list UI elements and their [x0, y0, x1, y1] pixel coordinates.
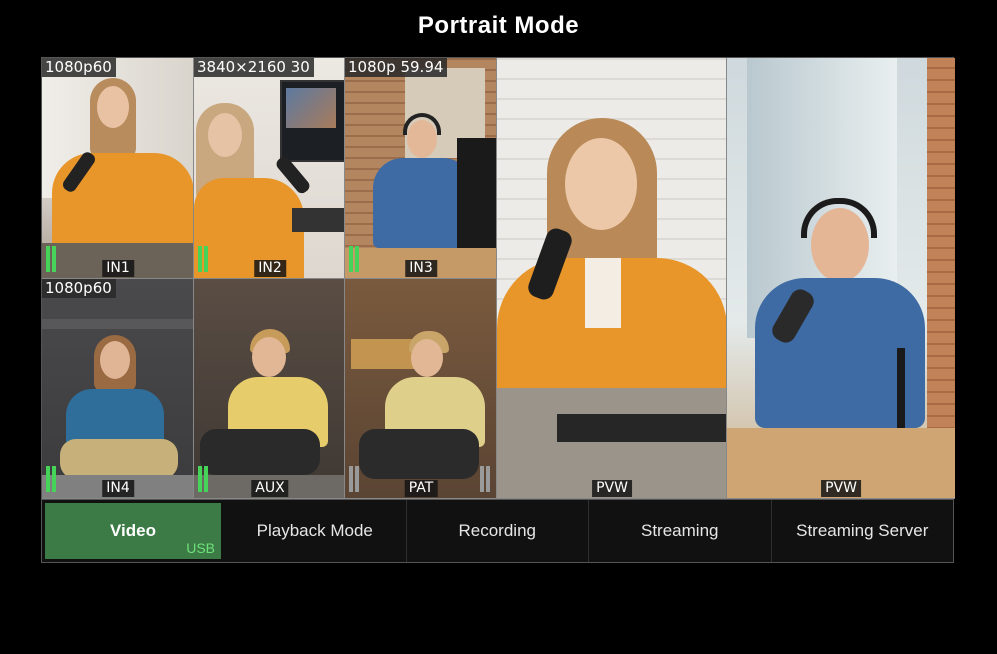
- audio-level-meter-right: [480, 466, 490, 492]
- tab-label: Video: [110, 521, 156, 540]
- camera-feed-image: [42, 58, 193, 278]
- tab-label: Recording: [458, 521, 537, 540]
- input-tile-in4[interactable]: 1080p60 IN4: [42, 279, 194, 499]
- resolution-badge: 3840×2160 30: [194, 58, 314, 77]
- audio-level-meter: [198, 246, 208, 272]
- input-label: PAT: [404, 480, 438, 497]
- resolution-badge: 1080p60: [42, 58, 116, 77]
- input-label: AUX: [251, 480, 289, 497]
- tab-label: Streaming: [641, 521, 719, 540]
- camera-feed-image: [345, 58, 496, 278]
- audio-level-meter: [46, 246, 56, 272]
- tab-sub-label: USB: [186, 540, 215, 556]
- tab-streaming[interactable]: Streaming: [589, 500, 772, 562]
- camera-feed-image: [194, 58, 344, 278]
- input-tile-in2[interactable]: 3840×2160 30 IN2: [194, 58, 345, 279]
- input-label: IN1: [102, 260, 134, 277]
- audio-level-meter: [46, 466, 56, 492]
- preview-tile-2[interactable]: PVW: [727, 58, 955, 499]
- tab-video[interactable]: Video USB: [45, 503, 221, 559]
- input-tile-in3[interactable]: 1080p 59.94 IN3: [345, 58, 497, 279]
- input-label: IN4: [102, 480, 134, 497]
- input-tile-in1[interactable]: 1080p60 IN1: [42, 58, 194, 279]
- preview-label: PVW: [592, 480, 632, 497]
- page-title: Portrait Mode: [417, 12, 580, 39]
- preview-feed-image: [727, 58, 955, 498]
- audio-level-meter: [349, 466, 359, 492]
- preview-label: PVW: [821, 480, 861, 497]
- resolution-badge: 1080p 59.94: [345, 58, 448, 77]
- mode-tab-bar: Video USB Playback Mode Recording Stream…: [41, 499, 954, 563]
- tab-playback-mode[interactable]: Playback Mode: [224, 500, 407, 562]
- input-tile-aux[interactable]: AUX: [194, 279, 345, 499]
- tab-label: Playback Mode: [256, 521, 373, 540]
- tab-streaming-server[interactable]: Streaming Server: [772, 500, 954, 562]
- multiview-frame: 1080p60 IN1 3840×2160 30 IN2 1080p 59.94: [41, 57, 955, 563]
- input-label: IN2: [254, 260, 286, 277]
- camera-feed-image: [194, 279, 344, 498]
- camera-feed-image: [42, 279, 193, 498]
- tab-recording[interactable]: Recording: [407, 500, 589, 562]
- audio-level-meter: [349, 246, 359, 272]
- input-tile-pat[interactable]: PAT: [345, 279, 497, 499]
- input-label: IN3: [405, 260, 437, 277]
- camera-feed-image: [345, 279, 496, 498]
- preview-feed-image: [497, 58, 726, 498]
- audio-level-meter: [198, 466, 208, 492]
- preview-tile-1[interactable]: PVW: [497, 58, 727, 499]
- tab-label: Streaming Server: [796, 521, 929, 540]
- resolution-badge: 1080p60: [42, 279, 116, 298]
